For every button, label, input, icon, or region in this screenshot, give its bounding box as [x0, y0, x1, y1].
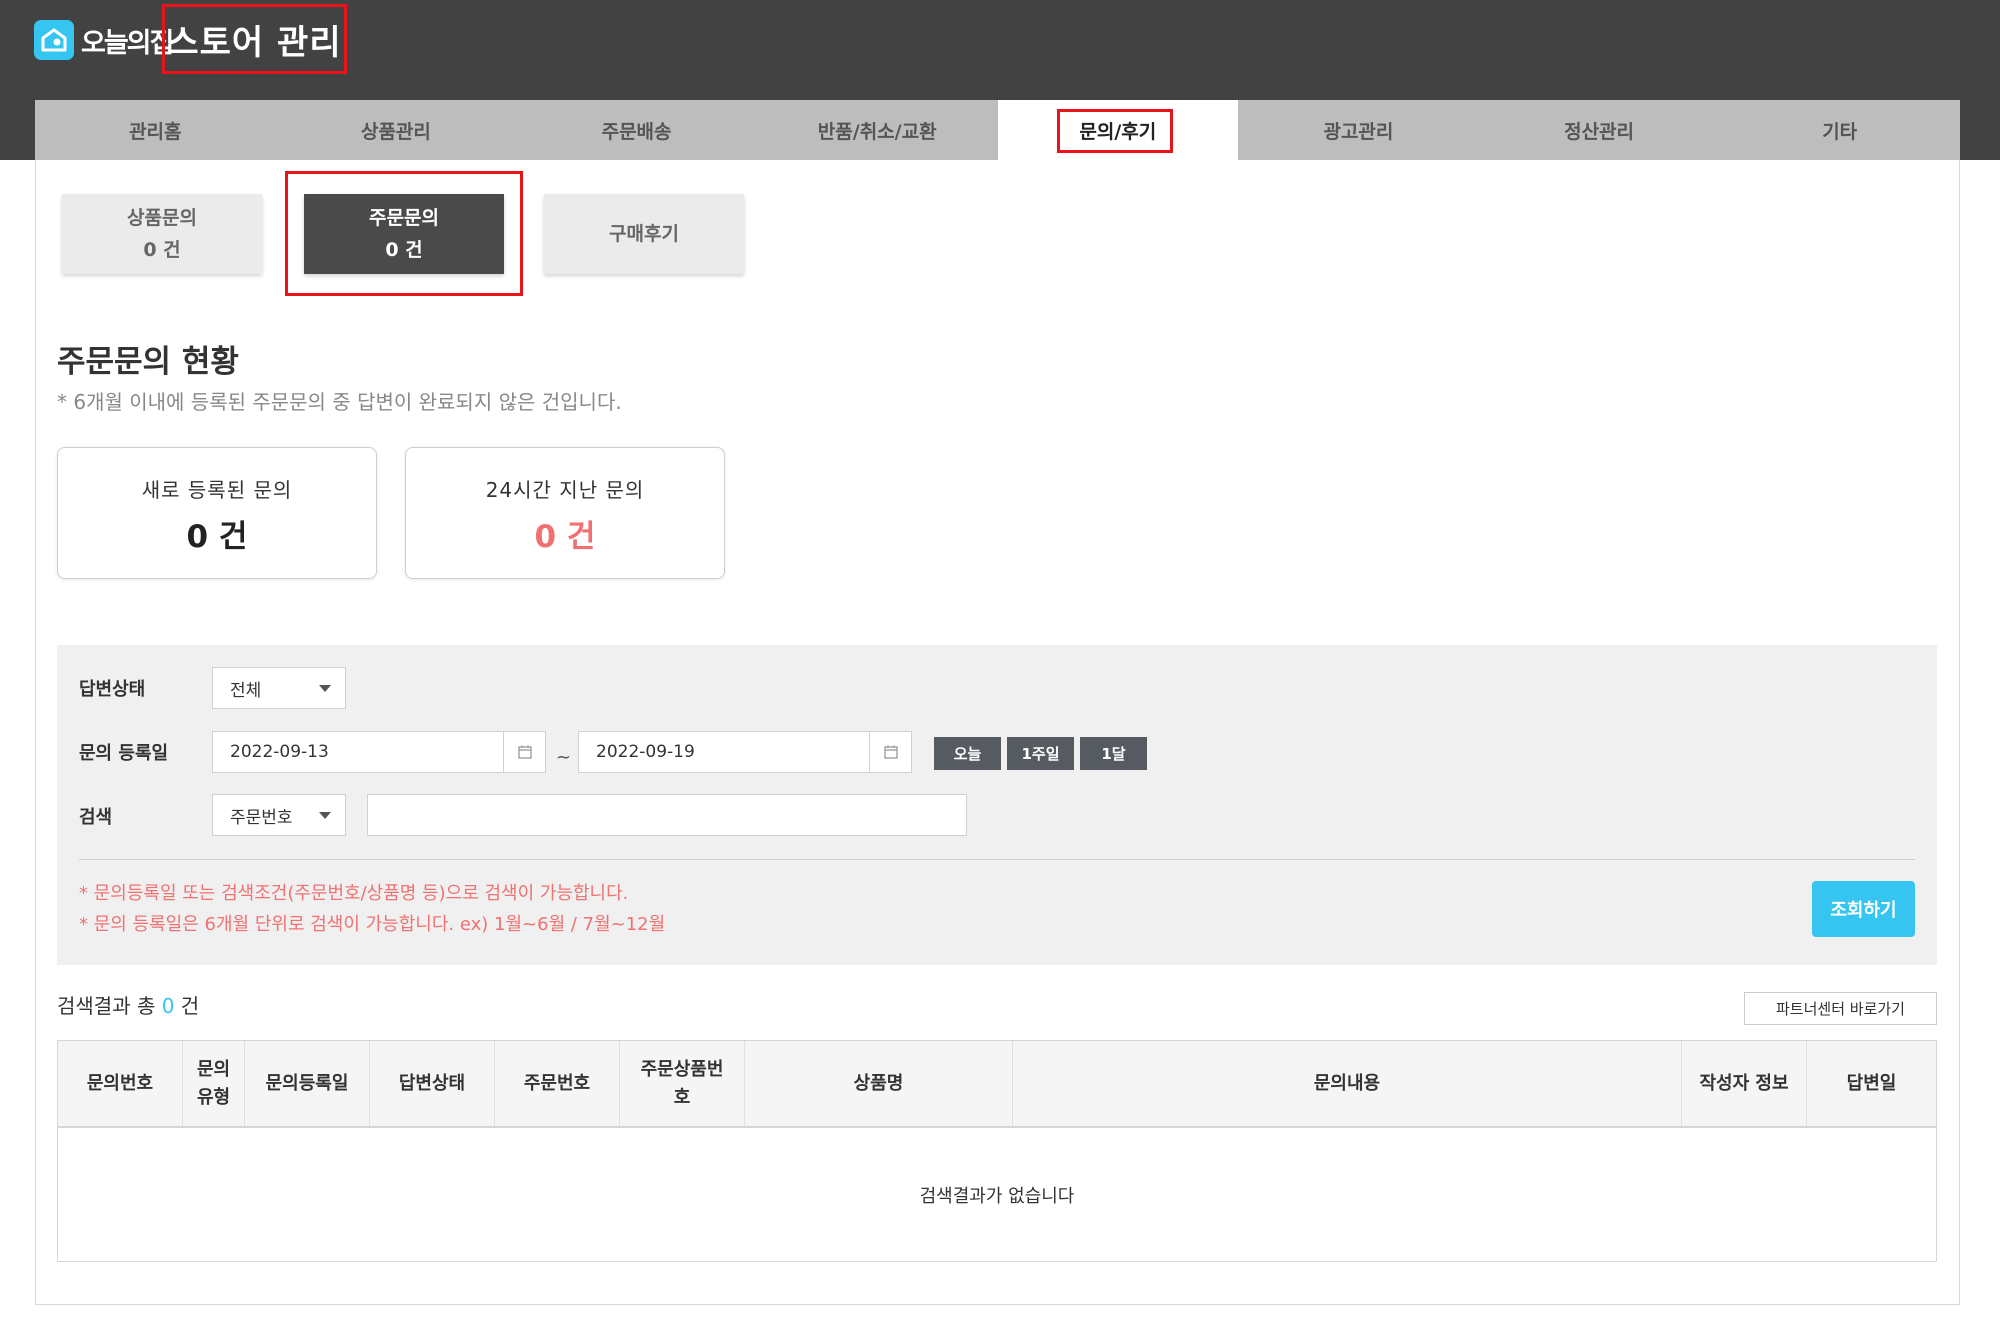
result-count: 검색결과 총 0 건 — [57, 990, 199, 1019]
stat-value: 0 건 — [534, 519, 596, 555]
subtab-label: 상품문의 — [127, 207, 197, 229]
register-date-label: 문의 등록일 — [79, 743, 169, 764]
column-header: 주문번호 — [495, 1041, 620, 1126]
date-value: 2022-09-19 — [596, 742, 695, 762]
search-type-select[interactable]: 주문번호 — [212, 794, 346, 836]
result-count-prefix: 검색결과 총 — [57, 994, 162, 1018]
main-nav: 관리홈 상품관리 주문배송 반품/취소/교환 문의/후기 광고관리 정산관리 기… — [35, 100, 1960, 160]
answer-status-select[interactable]: 전체 — [212, 667, 346, 709]
nav-tab-ads[interactable]: 광고관리 — [1238, 100, 1479, 160]
search-label: 검색 — [79, 807, 113, 828]
nav-tab-products[interactable]: 상품관리 — [276, 100, 517, 160]
section-note: * 6개월 이내에 등록된 주문문의 중 답변이 완료되지 않은 건입니다. — [57, 390, 622, 414]
chevron-down-icon — [319, 685, 331, 692]
table-header: 문의번호 문의 유형 문의등록일 답변상태 주문번호 주문상품번 호 상품명 문… — [58, 1041, 1936, 1128]
subtab-purchase-review[interactable]: 구매후기 — [544, 194, 744, 274]
result-count-suffix: 건 — [174, 994, 200, 1018]
highlight-box — [285, 171, 523, 296]
column-header: 주문상품번 호 — [620, 1041, 745, 1126]
date-to-input[interactable]: 2022-09-19 — [578, 731, 912, 773]
column-header: 문의등록일 — [245, 1041, 370, 1126]
nav-tab-orders-shipping[interactable]: 주문배송 — [516, 100, 757, 160]
column-header: 문의 유형 — [183, 1041, 245, 1126]
empty-results-message: 검색결과가 없습니다 — [919, 1185, 1075, 1207]
house-logo-icon — [34, 20, 74, 60]
nav-tab-etc[interactable]: 기타 — [1719, 100, 1960, 160]
nav-tab-returns[interactable]: 반품/취소/교환 — [757, 100, 998, 160]
subtab-count: 0 건 — [143, 239, 181, 261]
column-header: 작성자 정보 — [1682, 1041, 1807, 1126]
column-header: 상품명 — [745, 1041, 1013, 1126]
quick-today-button[interactable]: 오늘 — [934, 737, 1001, 770]
search-input[interactable] — [367, 794, 967, 836]
nav-tab-inquiries-reviews[interactable]: 문의/후기 — [997, 100, 1239, 160]
date-range-separator: ~ — [556, 747, 572, 768]
nav-tab-settlement[interactable]: 정산관리 — [1479, 100, 1720, 160]
section-title: 주문문의 현황 — [57, 344, 239, 380]
overdue-inquiries-box: 24시간 지난 문의 0 건 — [405, 447, 725, 579]
brand-name: 오늘의집 — [81, 27, 174, 59]
nav-tab-home[interactable]: 관리홈 — [35, 100, 276, 160]
column-header: 문의번호 — [58, 1041, 183, 1126]
search-note-2: * 문의 등록일은 6개월 단위로 검색이 가능합니다. ex) 1월~6월 /… — [79, 914, 666, 935]
quick-week-button[interactable]: 1주일 — [1007, 737, 1074, 770]
partner-center-button[interactable]: 파트너센터 바로가기 — [1744, 992, 1937, 1025]
answer-status-label: 답변상태 — [79, 679, 146, 700]
column-header: 문의내용 — [1013, 1041, 1682, 1126]
chevron-down-icon — [319, 812, 331, 819]
highlight-box — [1056, 109, 1173, 153]
result-count-number: 0 — [161, 994, 175, 1018]
subtab-product-inquiry[interactable]: 상품문의 0 건 — [62, 194, 262, 274]
column-header: 답변일 — [1846, 1072, 1897, 1094]
date-from-input[interactable]: 2022-09-13 — [212, 731, 546, 773]
divider — [79, 859, 1915, 860]
search-filter-panel: 답변상태 전체 문의 등록일 2022-09-13 ~ 2022-09-19 오… — [57, 645, 1937, 965]
calendar-icon[interactable] — [503, 732, 545, 772]
search-button[interactable]: 조회하기 — [1812, 881, 1915, 937]
store-admin-title: 스토어 관리 — [162, 4, 347, 74]
column-header: 답변상태 — [370, 1041, 495, 1126]
stat-label: 24시간 지난 문의 — [485, 478, 645, 502]
calendar-icon[interactable] — [869, 732, 911, 772]
quick-month-button[interactable]: 1달 — [1080, 737, 1147, 770]
date-value: 2022-09-13 — [230, 742, 329, 762]
brand-logo[interactable]: 오늘의집 — [34, 19, 174, 61]
subtab-label: 구매후기 — [609, 223, 679, 245]
new-inquiries-box: 새로 등록된 문의 0 건 — [57, 447, 377, 579]
results-table: 문의번호 문의 유형 문의등록일 답변상태 주문번호 주문상품번 호 상품명 문… — [57, 1040, 1937, 1262]
stat-value: 0 건 — [186, 519, 248, 555]
stat-label: 새로 등록된 문의 — [141, 478, 293, 502]
search-note-1: * 문의등록일 또는 검색조건(주문번호/상품명 등)으로 검색이 가능합니다. — [79, 883, 629, 904]
select-value: 전체 — [230, 680, 262, 701]
select-value: 주문번호 — [230, 807, 293, 828]
